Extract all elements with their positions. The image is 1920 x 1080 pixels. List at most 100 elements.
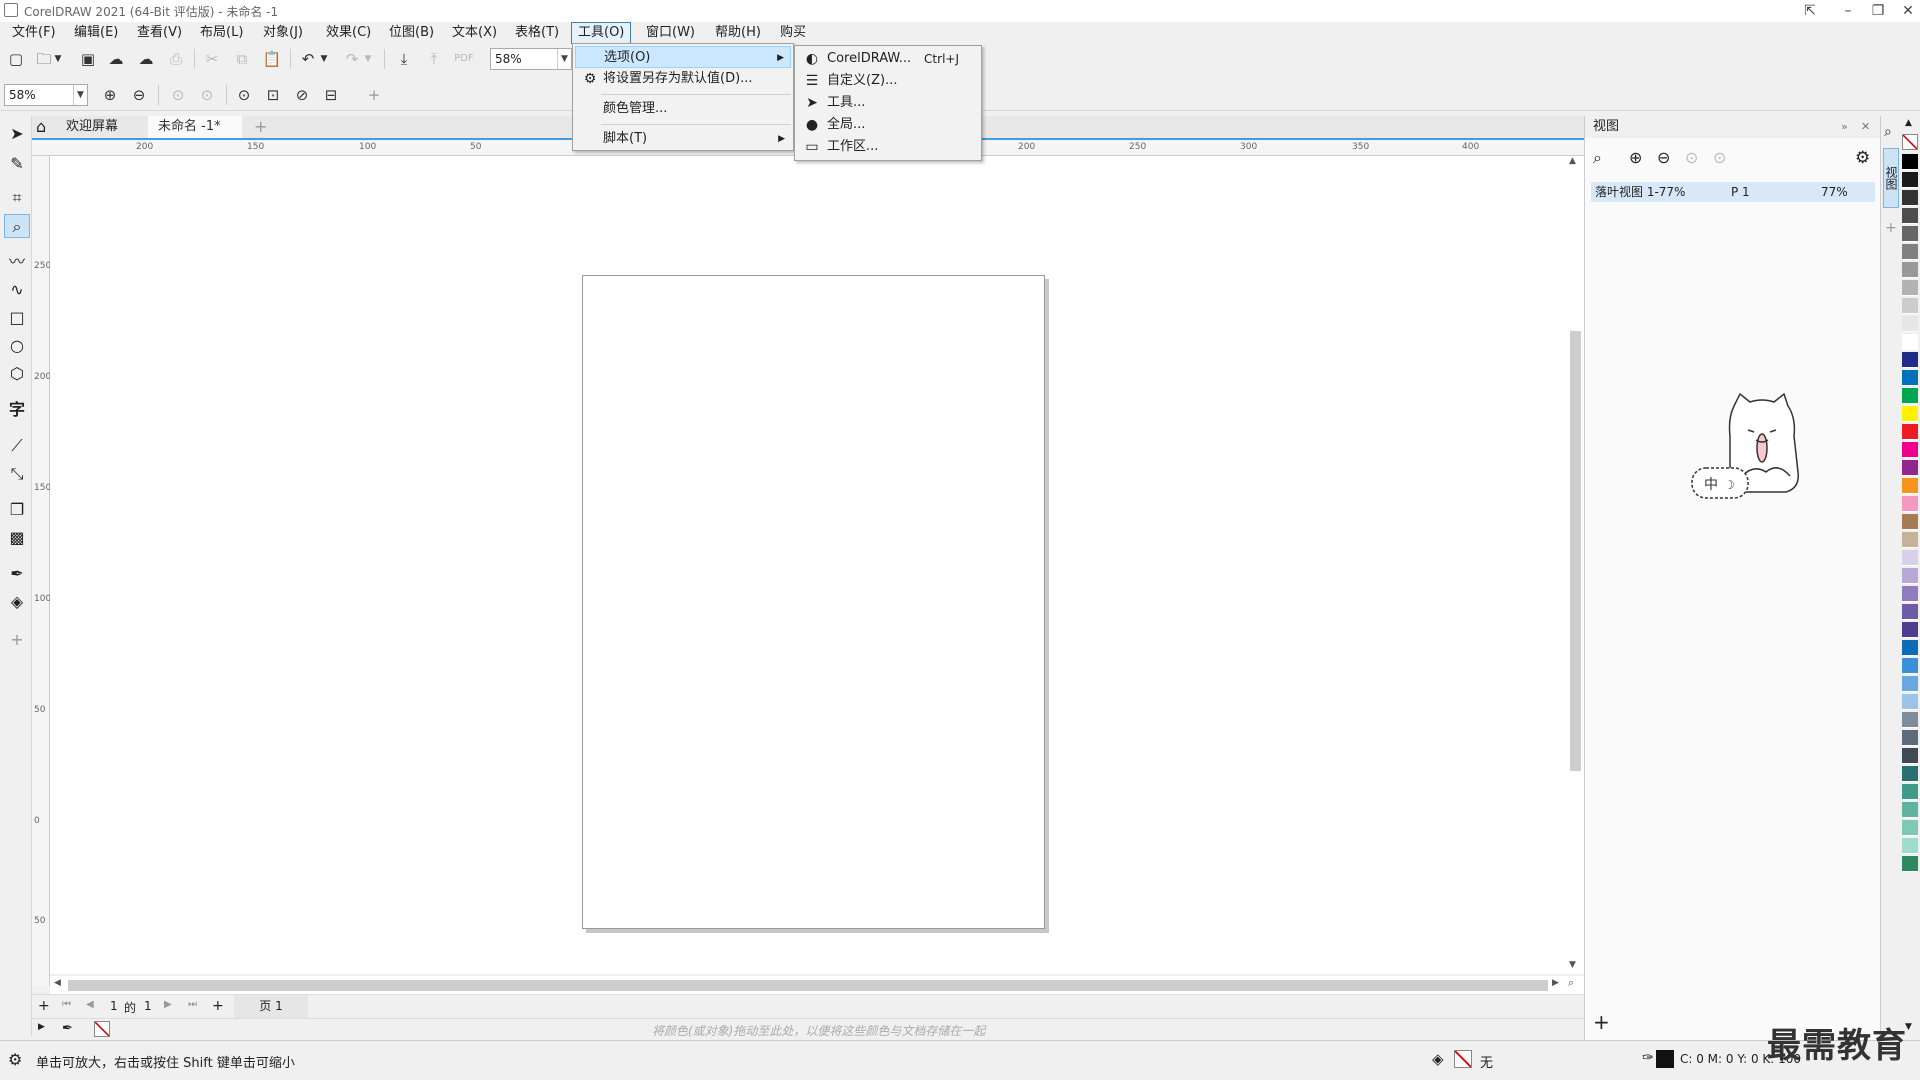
palette-color-swatch[interactable]	[1902, 550, 1918, 566]
palette-color-swatch[interactable]	[1902, 838, 1918, 854]
palette-color-swatch[interactable]	[1902, 334, 1918, 350]
menu-window[interactable]: 窗口(W)	[640, 22, 701, 44]
palette-color-swatch[interactable]	[1902, 316, 1918, 332]
add-tab-icon[interactable]: +	[244, 116, 277, 138]
no-color-swatch[interactable]	[94, 1021, 110, 1037]
vertical-scroll-thumb[interactable]	[1570, 331, 1581, 771]
palette-color-swatch[interactable]	[1902, 748, 1918, 764]
shape-tool-icon[interactable]: ✎	[4, 152, 30, 176]
menu-view[interactable]: 查看(V)	[131, 22, 188, 44]
copy-icon[interactable]: ⧉	[230, 47, 254, 71]
freehand-tool-icon[interactable]: 〰	[4, 250, 30, 274]
palette-color-swatch[interactable]	[1902, 856, 1918, 872]
first-page-icon[interactable]: ⏮	[62, 999, 71, 1010]
zoom-to-all-objects-icon[interactable]: ⊙	[195, 83, 219, 107]
navigator-zoom-icon[interactable]: ⌕	[1568, 976, 1574, 990]
add-page-before-icon[interactable]: +	[38, 998, 50, 1014]
palette-color-swatch[interactable]	[1902, 172, 1918, 188]
docker-collapse-icon[interactable]: »	[1841, 116, 1848, 138]
palette-color-swatch[interactable]	[1902, 370, 1918, 386]
palette-color-swatch[interactable]	[1902, 478, 1918, 494]
connector-tool-icon[interactable]: ⤡	[4, 462, 30, 486]
menu-file[interactable]: 文件(F)	[6, 22, 62, 44]
cloud-download-icon[interactable]: ☁	[104, 47, 128, 71]
view-list-item[interactable]: 落叶视图 1-77% P 1 77%	[1591, 182, 1875, 202]
palette-color-swatch[interactable]	[1902, 388, 1918, 404]
previous-page-icon[interactable]: ◀	[86, 999, 94, 1010]
submenu-item-coreldraw[interactable]: ◐ CorelDRAW... Ctrl+J	[797, 48, 979, 70]
print-icon[interactable]: ⎙	[164, 47, 188, 71]
palette-color-swatch[interactable]	[1902, 586, 1918, 602]
outline-color-swatch[interactable]	[1656, 1050, 1674, 1068]
docker-close-icon[interactable]: ✕	[1861, 116, 1870, 138]
menu-object[interactable]: 对象(J)	[257, 22, 309, 44]
palette-color-swatch[interactable]	[1902, 766, 1918, 782]
horizontal-scroll-thumb[interactable]	[68, 980, 1548, 991]
eyedropper-tool-icon[interactable]: ✒	[4, 562, 30, 586]
search-icon[interactable]: ⌕	[1884, 124, 1892, 140]
parallel-dimension-tool-icon[interactable]: ⟋	[4, 434, 30, 458]
undo-dropdown-icon[interactable]: ▼	[318, 47, 330, 71]
menu-item-color-management[interactable]: 颜色管理...	[575, 98, 791, 120]
docker-zoom-out-icon[interactable]: ⊖	[1657, 148, 1670, 167]
docker-zoom-selected-icon[interactable]: ⊙	[1685, 148, 1698, 167]
palette-color-swatch[interactable]	[1902, 280, 1918, 296]
palette-color-swatch[interactable]	[1902, 532, 1918, 548]
pen-outline-icon[interactable]: ✑	[1642, 1050, 1654, 1066]
palette-color-swatch[interactable]	[1902, 190, 1918, 206]
submenu-item-workspace[interactable]: ▭ 工作区...	[797, 136, 979, 158]
home-icon[interactable]: ⌂	[32, 116, 54, 138]
palette-color-swatch[interactable]	[1902, 442, 1918, 458]
search-icon[interactable]: ⌕	[1593, 148, 1602, 168]
palette-expand-icon[interactable]: ▶	[38, 1022, 45, 1032]
palette-color-swatch[interactable]	[1902, 514, 1918, 530]
last-page-icon[interactable]: ⏭	[188, 999, 197, 1010]
palette-color-swatch[interactable]	[1902, 298, 1918, 314]
scroll-right-icon[interactable]: ▶	[1552, 978, 1559, 988]
redo-icon[interactable]: ↷	[340, 47, 364, 71]
next-page-icon[interactable]: ▶	[164, 999, 172, 1010]
palette-color-swatch[interactable]	[1902, 262, 1918, 278]
artistic-media-tool-icon[interactable]: ∿	[4, 278, 30, 302]
ellipse-tool-icon[interactable]: ○	[4, 334, 30, 358]
undo-icon[interactable]: ↶	[296, 47, 320, 71]
paste-icon[interactable]: 📋	[260, 47, 284, 71]
palette-color-swatch[interactable]	[1902, 406, 1918, 422]
cut-icon[interactable]: ✂	[200, 47, 224, 71]
palette-color-swatch[interactable]	[1902, 712, 1918, 728]
transparency-tool-icon[interactable]: ▩	[4, 526, 30, 550]
add-view-icon[interactable]: +	[1593, 1010, 1610, 1034]
add-toolbar-item-icon[interactable]: +	[362, 83, 386, 107]
palette-no-color-swatch[interactable]	[1902, 134, 1918, 150]
zoom-to-page-width-icon[interactable]: ⊡	[261, 83, 285, 107]
palette-color-swatch[interactable]	[1902, 154, 1918, 170]
cloud-upload-icon[interactable]: ☁	[134, 47, 158, 71]
submenu-item-customize[interactable]: ☰ 自定义(Z)...	[797, 70, 979, 92]
menu-effects[interactable]: 效果(C)	[320, 22, 377, 44]
zoom-to-selected-icon[interactable]: ⊙	[166, 83, 190, 107]
add-docker-icon[interactable]: +	[1885, 220, 1897, 236]
menu-text[interactable]: 文本(X)	[446, 22, 503, 44]
menu-buy[interactable]: 购买	[774, 22, 812, 44]
palette-color-swatch[interactable]	[1902, 460, 1918, 476]
menu-table[interactable]: 表格(T)	[509, 22, 565, 44]
zoom-amount-combo[interactable]: 58% ▼	[4, 84, 88, 106]
tab-welcome-screen[interactable]: 欢迎屏幕	[56, 116, 128, 138]
palette-color-swatch[interactable]	[1902, 784, 1918, 800]
docker-zoom-all-icon[interactable]: ⊙	[1713, 148, 1726, 167]
scroll-up-icon[interactable]: ▲	[1569, 156, 1576, 166]
menu-edit[interactable]: 编辑(E)	[68, 22, 124, 44]
palette-color-swatch[interactable]	[1902, 424, 1918, 440]
tab-untitled-document[interactable]: 未命名 -1*	[148, 116, 242, 138]
menu-item-options[interactable]: 选项(O) ▶	[575, 46, 791, 68]
submenu-item-global[interactable]: ● 全局...	[797, 114, 979, 136]
zoom-out-icon[interactable]: ⊖	[127, 83, 151, 107]
menu-item-scripts[interactable]: 脚本(T) ▶	[575, 128, 791, 150]
palette-color-swatch[interactable]	[1902, 352, 1918, 368]
chevron-down-icon[interactable]: ▼	[73, 85, 87, 105]
palette-color-swatch[interactable]	[1902, 694, 1918, 710]
zoom-tool-icon[interactable]: ⌕	[4, 214, 30, 238]
eyedropper-icon[interactable]: ✒	[62, 1021, 73, 1036]
palette-color-swatch[interactable]	[1902, 208, 1918, 224]
palette-color-swatch[interactable]	[1902, 226, 1918, 242]
